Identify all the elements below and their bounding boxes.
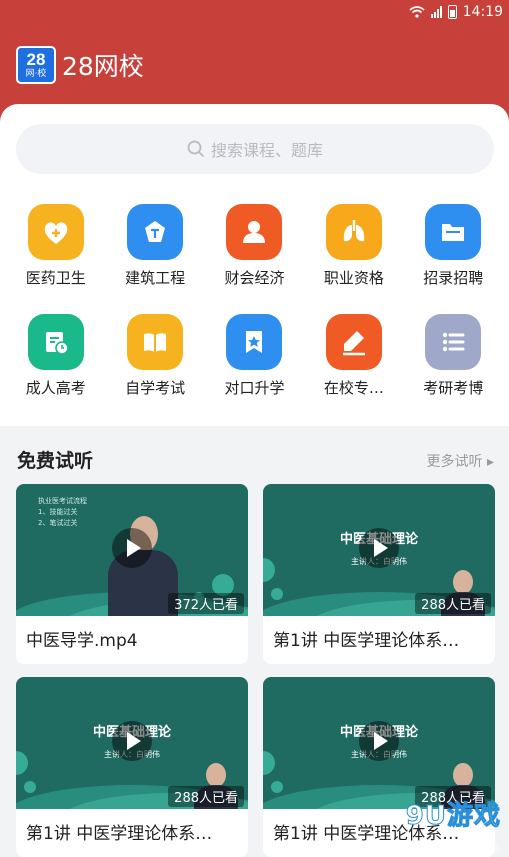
lungs-icon — [325, 204, 382, 260]
category-item-postgraduate[interactable]: 考研考博 — [404, 314, 503, 398]
video-card[interactable]: 中医基础理论 主讲人：白明伟 288人已看 第1讲 中医学理论体系… — [263, 484, 495, 664]
watermark: 9U游戏 91danji.com — [393, 795, 503, 854]
battery-icon — [447, 5, 457, 19]
category-label: 职业资格 — [323, 269, 384, 287]
video-title: 第1讲 中医学理论体系… — [273, 631, 460, 651]
logo-text: 网·校 — [25, 69, 47, 79]
video-thumbnail: 执业医考试流程 1、技能过关 2、笔试过关 372人已看 — [16, 484, 248, 616]
play-icon[interactable] — [359, 528, 399, 568]
status-bar: 14:19 — [409, 2, 503, 22]
category-label: 招录招聘 — [423, 269, 484, 287]
category-label: 成人高考 — [25, 379, 86, 397]
heart-plus-icon — [27, 204, 84, 260]
category-label: 考研考博 — [423, 379, 484, 397]
view-count: 288人已看 — [415, 593, 491, 614]
category-item-self-study[interactable]: 自学考试 — [105, 314, 204, 398]
video-card[interactable]: 执业医考试流程 1、技能过关 2、笔试过关 372人已看 中医导学.mp4 — [16, 484, 248, 664]
top-panel: 搜索课程、题库 医药卫生 建筑工程 财会经济 职业资格 招录招聘 成人高考 自学… — [0, 104, 509, 426]
logo-number: 28 — [26, 50, 46, 69]
more-trial-link[interactable]: 更多试听 ▸ — [427, 451, 494, 471]
folder-icon — [425, 204, 482, 260]
app-name: 28网校 — [62, 52, 144, 81]
category-item-adult-exam[interactable]: 成人高考 — [6, 314, 105, 398]
category-label: 对口升学 — [224, 379, 285, 397]
person-icon — [226, 204, 283, 260]
category-item-medical[interactable]: 医药卫生 — [6, 204, 105, 288]
category-item-construction[interactable]: 建筑工程 — [105, 204, 204, 288]
app-logo: 28 网·校 — [16, 46, 56, 84]
video-title: 第1讲 中医学理论体系… — [26, 824, 213, 844]
category-grid: 医药卫生 建筑工程 财会经济 职业资格 招录招聘 成人高考 自学考试 对口升学 — [6, 204, 503, 398]
category-label: 医药卫生 — [25, 269, 86, 287]
category-label: 财会经济 — [224, 269, 285, 287]
category-label: 在校专… — [323, 379, 384, 397]
video-thumbnail: 中医基础理论 主讲人：白明伟 288人已看 — [263, 677, 495, 809]
video-thumbnail: 中医基础理论 主讲人：白明伟 288人已看 — [263, 484, 495, 616]
watermark-text: 9U游戏 — [405, 801, 501, 832]
more-trial-label: 更多试听 — [426, 454, 483, 470]
play-icon[interactable] — [359, 721, 399, 761]
category-label: 建筑工程 — [125, 269, 186, 287]
category-item-vocational[interactable]: 对口升学 — [205, 314, 304, 398]
calendar-clock-icon — [27, 314, 84, 370]
bookmark-star-icon — [226, 314, 283, 370]
play-icon[interactable] — [112, 721, 152, 761]
building-icon — [127, 204, 184, 260]
play-icon[interactable] — [112, 528, 152, 568]
search-placeholder: 搜索课程、题库 — [210, 141, 323, 160]
brand: 28 网·校 28网校 — [16, 46, 144, 84]
status-time: 14:19 — [462, 4, 503, 20]
view-count: 288人已看 — [168, 786, 244, 807]
signal-icon — [430, 6, 442, 18]
category-item-campus[interactable]: 在校专… — [304, 314, 403, 398]
video-thumbnail: 中医基础理论 主讲人：白明伟 288人已看 — [16, 677, 248, 809]
video-title: 中医导学.mp4 — [26, 631, 138, 651]
category-label: 自学考试 — [125, 379, 186, 397]
thumbnail-notes: 执业医考试流程 1、技能过关 2、笔试过关 — [38, 497, 87, 527]
section-title-free-trial: 免费试听 — [17, 450, 94, 472]
search-input[interactable]: 搜索课程、题库 — [16, 124, 494, 174]
category-item-finance[interactable]: 财会经济 — [205, 204, 304, 288]
category-item-qualification[interactable]: 职业资格 — [304, 204, 403, 288]
book-icon — [127, 314, 184, 370]
pencil-icon — [325, 314, 382, 370]
watermark-url: 91danji.com — [443, 843, 499, 853]
chevron-right-icon: ▸ — [486, 454, 494, 470]
wifi-icon — [409, 6, 425, 18]
search-icon — [187, 140, 205, 158]
video-card[interactable]: 中医基础理论 主讲人：白明伟 288人已看 第1讲 中医学理论体系… — [16, 677, 248, 857]
list-icon — [425, 314, 482, 370]
category-item-recruitment[interactable]: 招录招聘 — [404, 204, 503, 288]
view-count: 372人已看 — [168, 593, 244, 614]
